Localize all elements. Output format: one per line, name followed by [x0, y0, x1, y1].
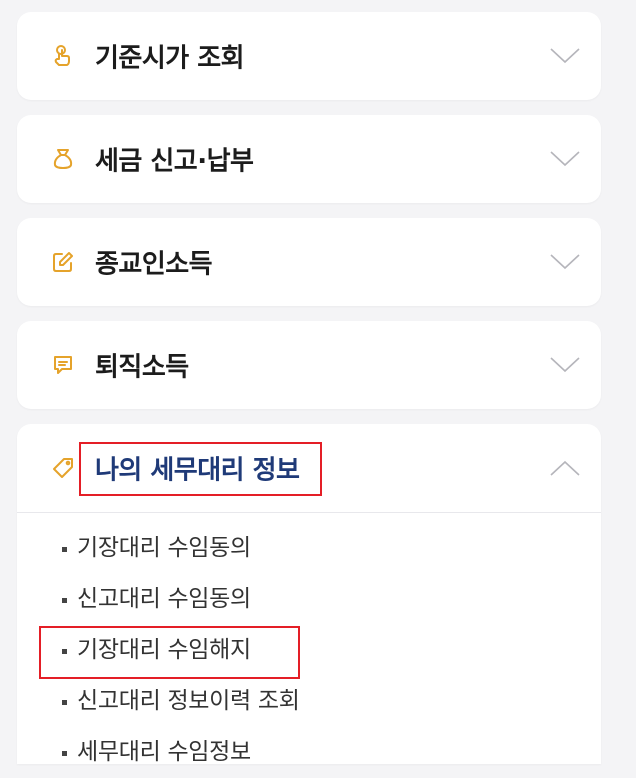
chevron-down-icon[interactable]: [549, 149, 581, 169]
section-card-tax-agent-info: 나의 세무대리 정보 기장대리 수임동의 신고대리 수임동의 기장대리 수임해지…: [17, 424, 601, 765]
section-title: 퇴직소득: [95, 352, 189, 383]
submenu-item-label: 기장대리 수임동의: [77, 535, 251, 561]
submenu-list: 기장대리 수임동의 신고대리 수임동의 기장대리 수임해지 신고대리 정보이력 …: [17, 513, 601, 778]
highlight-box: [79, 442, 322, 496]
submenu-item-label: 신고대리 수임동의: [77, 586, 251, 612]
bullet: [62, 597, 67, 603]
section-header-tax-agent-info[interactable]: 나의 세무대리 정보: [17, 424, 601, 512]
hand-touch-icon: [51, 44, 75, 68]
bullet: [62, 699, 67, 705]
section-header-religious-income[interactable]: 종교인소득: [17, 218, 601, 306]
bullet: [62, 750, 67, 756]
bullet: [62, 648, 67, 654]
submenu-item-filing-consent[interactable]: 신고대리 수임동의: [17, 574, 601, 625]
section-title: 기준시가 조회: [95, 43, 245, 74]
tag-icon: [51, 456, 75, 480]
chevron-up-icon[interactable]: [549, 458, 581, 478]
section-title: 종교인소득: [95, 249, 213, 280]
section-card-tax-filing: 세금 신고·납부: [17, 115, 601, 203]
submenu-item-bookkeeping-consent[interactable]: 기장대리 수임동의: [17, 523, 601, 574]
section-card-retirement-income: 퇴직소득: [17, 321, 601, 409]
chevron-down-icon[interactable]: [549, 355, 581, 375]
submenu-item-label: 세무대리 수임정보: [77, 739, 251, 765]
edit-icon: [51, 250, 75, 274]
section-card-religious-income: 종교인소득: [17, 218, 601, 306]
submenu-item-agent-info[interactable]: 세무대리 수임정보: [17, 727, 601, 778]
money-bag-icon: [51, 147, 75, 171]
section-header-retirement-income[interactable]: 퇴직소득: [17, 321, 601, 409]
chevron-down-icon[interactable]: [549, 252, 581, 272]
message-icon: [51, 353, 75, 377]
section-header-tax-filing[interactable]: 세금 신고·납부: [17, 115, 601, 203]
section-title: 세금 신고·납부: [95, 146, 254, 177]
section-header-standard-price[interactable]: 기준시가 조회: [17, 12, 601, 100]
highlight-box: [39, 626, 300, 679]
submenu-item-bookkeeping-termination[interactable]: 기장대리 수임해지: [17, 625, 601, 679]
section-card-standard-price: 기준시가 조회: [17, 12, 601, 100]
submenu-item-filing-history[interactable]: 신고대리 정보이력 조회: [17, 676, 601, 727]
chevron-down-icon[interactable]: [549, 46, 581, 66]
submenu-item-label: 신고대리 정보이력 조회: [77, 688, 300, 714]
bullet: [62, 546, 67, 552]
